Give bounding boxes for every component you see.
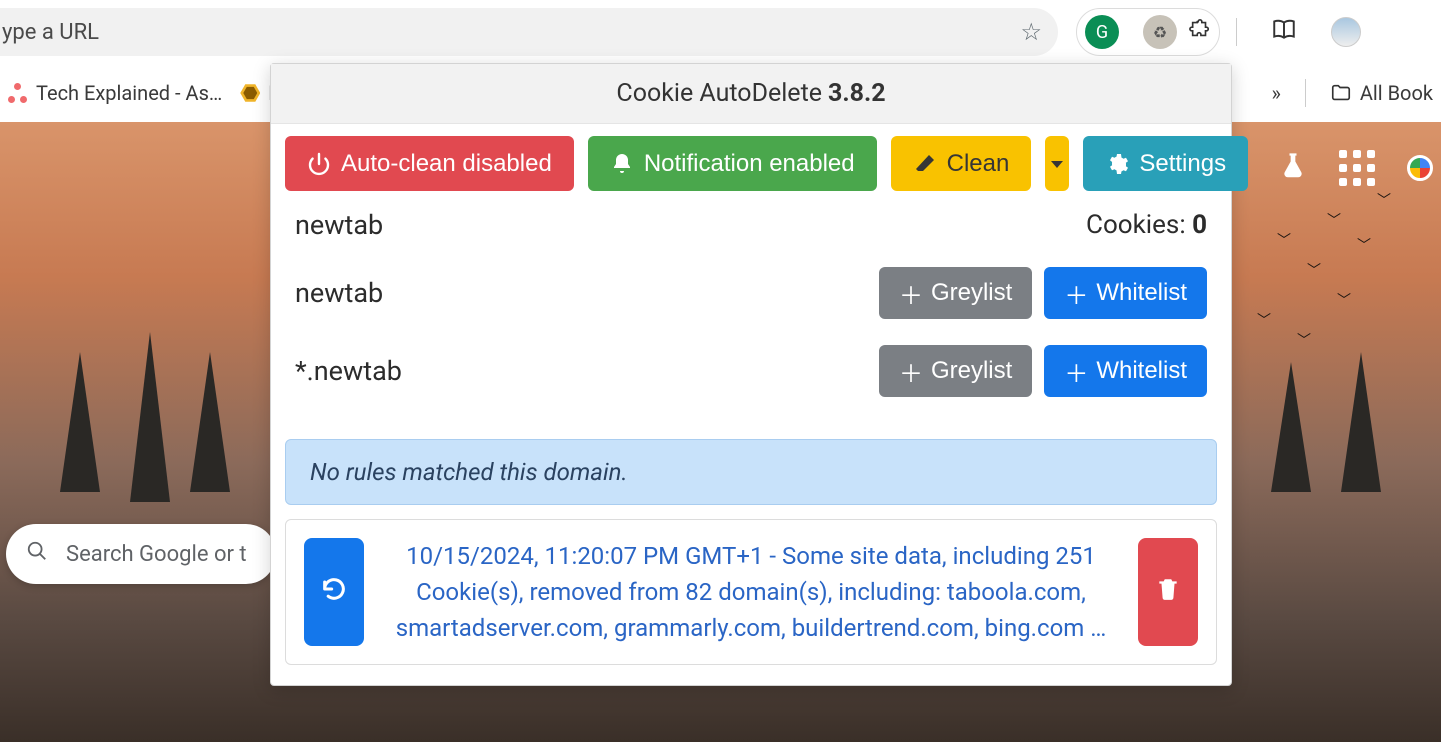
notification-toggle-button[interactable]: Notification enabled (588, 136, 877, 191)
reading-list-icon[interactable] (1271, 16, 1297, 48)
delete-activity-button[interactable] (1138, 538, 1198, 646)
whitelist-button[interactable]: ＋ Whitelist (1044, 267, 1207, 319)
asana-icon (8, 83, 28, 103)
greylist-label: Greylist (931, 279, 1012, 307)
address-bar: ype a URL ☆ G ♻ (0, 0, 1441, 64)
bookmark-star-icon[interactable]: ☆ (1020, 18, 1042, 46)
hex-icon (240, 83, 260, 103)
toolbar-icons: G ♻ (1076, 8, 1361, 56)
greylist-button[interactable]: ＋ Greylist (879, 345, 1032, 397)
activity-text: 10/15/2024, 11:20:07 PM GMT+1 - Some sit… (388, 538, 1114, 646)
greylist-button[interactable]: ＋ Greylist (879, 267, 1032, 319)
caret-down-icon (1045, 152, 1069, 176)
clean-label: Clean (947, 150, 1010, 178)
google-search-box[interactable]: Search Google or t (6, 524, 276, 584)
divider (1236, 18, 1237, 46)
url-input[interactable]: ype a URL ☆ (0, 8, 1058, 56)
rule-domain: newtab (295, 277, 383, 309)
clean-dropdown-button[interactable] (1045, 136, 1069, 191)
divider (1305, 79, 1306, 107)
app-name: Cookie AutoDelete (616, 79, 822, 108)
undo-icon (320, 575, 348, 610)
greylist-label: Greylist (931, 357, 1012, 385)
plus-icon: ＋ (899, 354, 923, 389)
current-domain-row: newtab Cookies: 0 (295, 209, 1207, 241)
all-bookmarks-button[interactable]: All Book (1330, 81, 1433, 105)
popup-title: Cookie AutoDelete 3.8.2 (271, 64, 1231, 124)
info-message: No rules matched this domain. (285, 439, 1217, 505)
search-placeholder: Search Google or t (66, 542, 247, 567)
all-bookmarks-label: All Book (1360, 81, 1433, 105)
url-placeholder: ype a URL (2, 20, 99, 45)
autoclean-label: Auto-clean disabled (341, 150, 552, 178)
power-icon (307, 152, 331, 176)
whitelist-label: Whitelist (1096, 279, 1187, 307)
cookie-count: Cookies: 0 (1086, 210, 1207, 240)
clean-button[interactable]: Clean (891, 136, 1032, 191)
eraser-icon (913, 152, 937, 176)
bookmark-label: Tech Explained - As… (36, 81, 222, 105)
plus-icon: ＋ (1064, 354, 1088, 389)
whitelist-label: Whitelist (1096, 357, 1187, 385)
grammarly-icon[interactable]: G (1085, 15, 1119, 49)
plus-icon: ＋ (899, 276, 923, 311)
plus-icon: ＋ (1064, 276, 1088, 311)
bookmark-item[interactable]: Tech Explained - As… (8, 81, 222, 105)
cookie-autodelete-popup: Cookie AutoDelete 3.8.2 Auto-clean disab… (270, 63, 1232, 686)
undo-button[interactable] (304, 538, 364, 646)
search-icon (26, 540, 48, 568)
bell-icon (610, 152, 634, 176)
google-account-avatar[interactable] (1407, 155, 1433, 181)
labs-icon[interactable] (1279, 151, 1307, 186)
cookie-autodelete-icon[interactable]: ♻ (1143, 15, 1177, 49)
rule-row: newtab ＋ Greylist ＋ Whitelist (295, 267, 1207, 319)
settings-button[interactable]: Settings (1083, 136, 1248, 191)
whitelist-button[interactable]: ＋ Whitelist (1044, 345, 1207, 397)
profile-avatar[interactable] (1331, 17, 1361, 47)
extensions-icon[interactable] (1189, 18, 1211, 46)
current-domain: newtab (295, 209, 383, 241)
activity-log: 10/15/2024, 11:20:07 PM GMT+1 - Some sit… (285, 519, 1217, 665)
app-version: 3.8.2 (828, 79, 886, 108)
notification-label: Notification enabled (644, 150, 855, 178)
rule-domain: *.newtab (295, 355, 402, 387)
apps-grid-icon[interactable] (1339, 150, 1375, 186)
settings-label: Settings (1139, 150, 1226, 178)
bookmark-overflow-icon[interactable]: » (1271, 81, 1280, 105)
gear-icon (1105, 152, 1129, 176)
extensions-group: G ♻ (1076, 8, 1220, 56)
rule-row: *.newtab ＋ Greylist ＋ Whitelist (295, 345, 1207, 397)
trash-icon (1155, 576, 1181, 609)
action-button-row: Auto-clean disabled Notification enabled… (271, 124, 1231, 203)
autoclean-toggle-button[interactable]: Auto-clean disabled (285, 136, 574, 191)
